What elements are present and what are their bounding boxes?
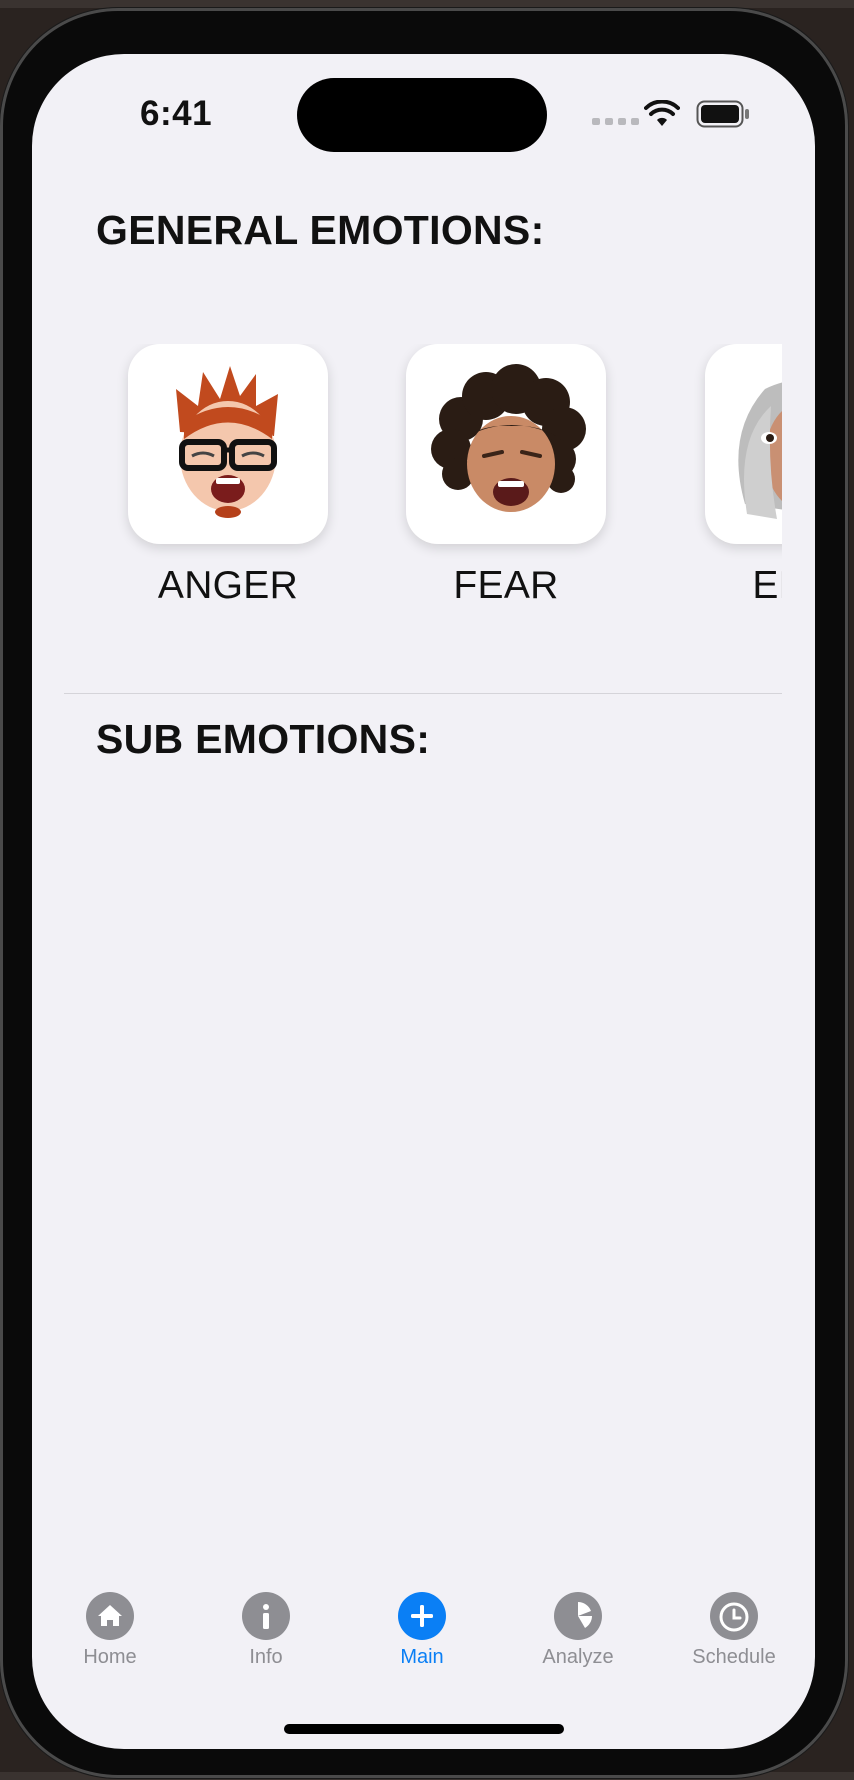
emotion-label: ENJO — [752, 564, 782, 607]
screen: 6:41 GENERAL EMOTIONS: ANGER FEAR E SUB … — [32, 54, 815, 1749]
tab-label: Analyze — [542, 1646, 614, 1668]
home-indicator — [284, 1724, 564, 1734]
cellular-signal-icon — [592, 118, 639, 125]
tab-schedule[interactable]: Schedule — [674, 1592, 794, 1669]
phone-frame: 6:41 GENERAL EMOTIONS: ANGER FEAR E SUB … — [0, 8, 848, 1778]
avatar-tile[interactable] — [406, 344, 606, 544]
sub-emotions-title: SUB EMOTIONS: — [96, 716, 431, 762]
info-icon — [242, 1592, 290, 1640]
general-emotions-title: GENERAL EMOTIONS: — [96, 207, 545, 253]
tab-home[interactable]: Home — [50, 1592, 170, 1669]
wifi-icon — [644, 100, 680, 126]
emotion-card-fear[interactable]: FEAR — [406, 344, 606, 608]
avatar-tile[interactable] — [128, 344, 328, 544]
tab-label: Schedule — [692, 1646, 776, 1668]
emotion-card-anger[interactable]: ANGER — [128, 344, 328, 608]
tab-info[interactable]: Info — [206, 1592, 326, 1669]
background-strip — [0, 0, 854, 8]
status-time: 6:41 — [140, 94, 213, 133]
emotion-label: FEAR — [453, 564, 559, 607]
house-icon — [86, 1592, 134, 1640]
section-divider — [64, 693, 782, 694]
tab-label: Home — [83, 1646, 137, 1668]
emotion-label: ANGER — [157, 564, 299, 607]
pie-chart-icon — [554, 1592, 602, 1640]
anger-memoji-avatar — [176, 366, 278, 518]
plus-icon — [398, 1592, 446, 1640]
emotion-card-enjoyment[interactable]: ENJO — [705, 344, 782, 608]
fear-memoji-avatar — [431, 364, 586, 512]
general-emotions-carousel[interactable]: ANGER FEAR E — [64, 344, 782, 664]
tab-main[interactable]: Main — [362, 1592, 482, 1669]
alarm-clock-icon — [710, 1592, 758, 1640]
tab-label: Info — [249, 1646, 283, 1668]
enjoyment-memoji-avatar — [738, 382, 782, 519]
battery-icon — [696, 100, 749, 128]
avatar-tile[interactable] — [705, 344, 782, 544]
dynamic-island — [297, 78, 547, 152]
tab-analyze[interactable]: Analyze — [518, 1592, 638, 1669]
tab-label: Main — [400, 1646, 444, 1668]
tab-bar: Home Info Main Analyze Schedule — [32, 1592, 815, 1692]
